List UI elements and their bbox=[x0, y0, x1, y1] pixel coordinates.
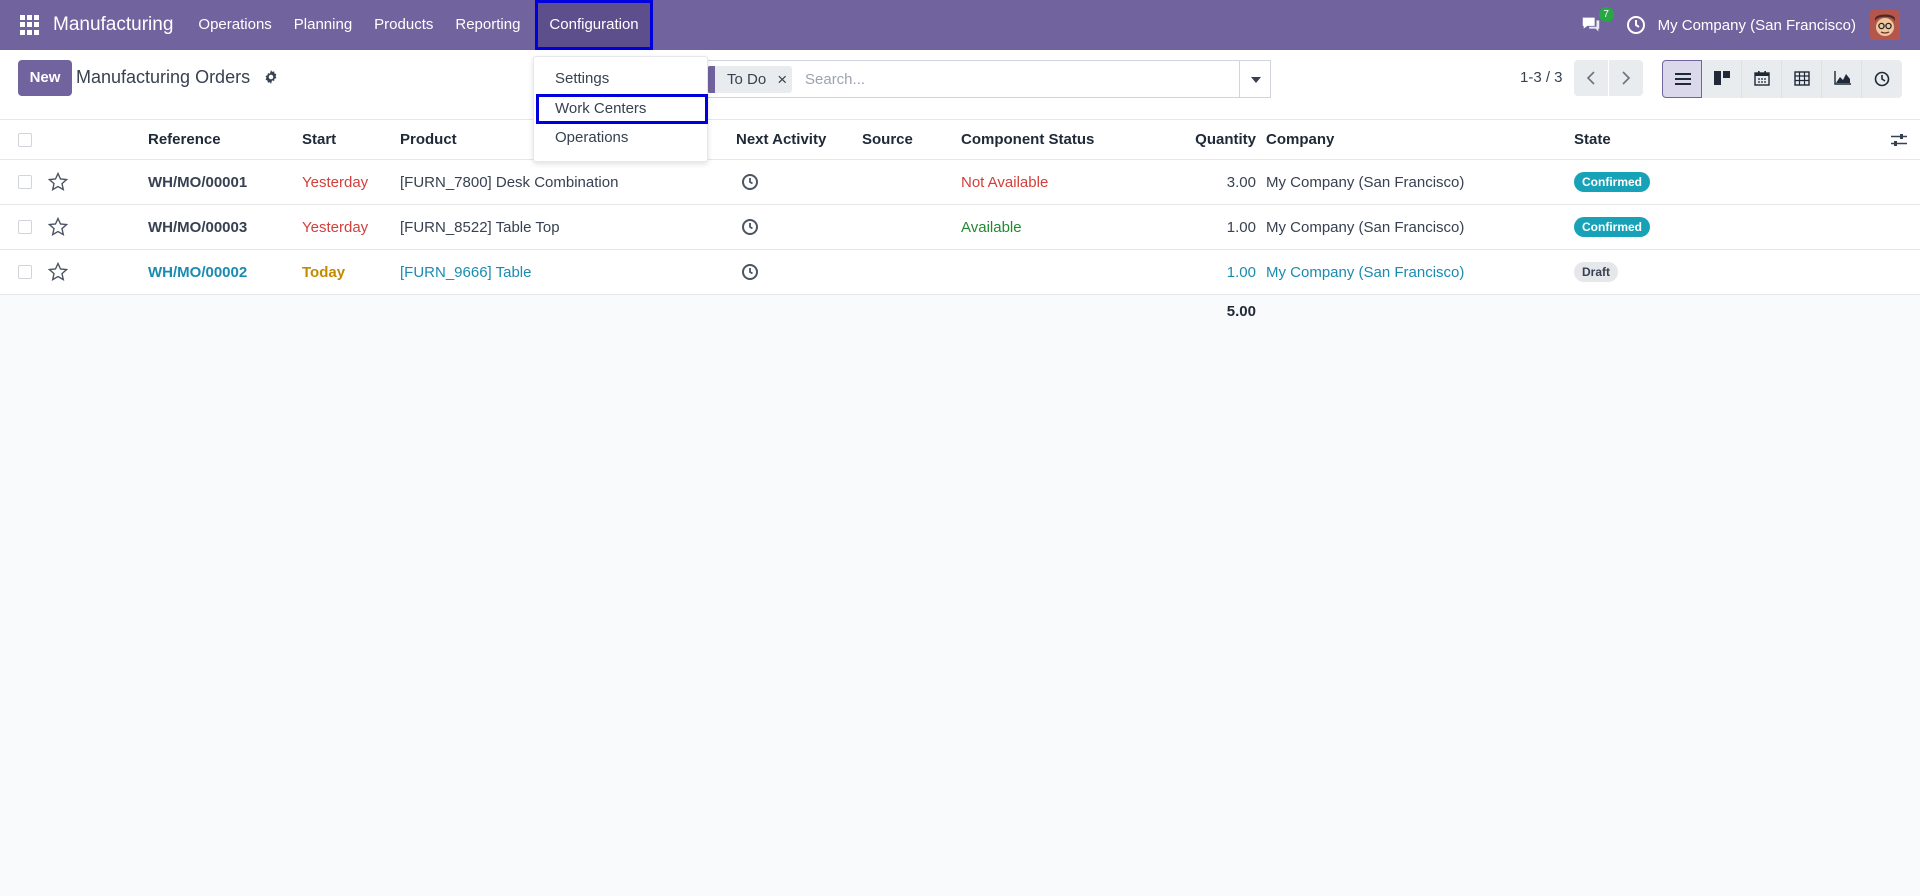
app-brand[interactable]: Manufacturing bbox=[53, 14, 173, 36]
page-title: Manufacturing Orders bbox=[76, 67, 251, 87]
search-bar: To Do × bbox=[700, 60, 1239, 98]
status-badge: Confirmed bbox=[1574, 205, 1650, 249]
list-view-button[interactable] bbox=[1662, 60, 1702, 98]
configuration-dropdown: Settings Work Centers Operations bbox=[533, 56, 708, 162]
activity-clock-icon[interactable] bbox=[741, 160, 759, 204]
column-header-start[interactable]: Start bbox=[302, 120, 336, 159]
pivot-view-button[interactable] bbox=[1782, 60, 1822, 98]
menu-planning[interactable]: Planning bbox=[283, 0, 363, 50]
menu-operations[interactable]: Operations bbox=[187, 0, 282, 50]
facet-remove-icon[interactable]: × bbox=[772, 66, 792, 93]
cell-quantity: 1.00 bbox=[1226, 263, 1256, 281]
pager-value[interactable]: 1-3 / 3 bbox=[1520, 69, 1563, 86]
row-checkbox[interactable] bbox=[18, 175, 32, 189]
cell-company: My Company (San Francisco) bbox=[1266, 173, 1465, 191]
chat-count-badge: 7 bbox=[1598, 7, 1614, 22]
calendar-view-icon bbox=[1754, 71, 1770, 86]
gear-icon[interactable] bbox=[264, 70, 278, 84]
cell-start: Yesterday bbox=[302, 173, 369, 191]
view-switcher bbox=[1662, 60, 1902, 98]
kanban-view-icon bbox=[1714, 71, 1730, 85]
chat-icon[interactable]: 7 bbox=[1580, 7, 1614, 37]
column-header-component-status[interactable]: Component Status bbox=[961, 120, 1094, 159]
column-header-state[interactable]: State bbox=[1574, 120, 1611, 159]
column-settings-icon[interactable] bbox=[1891, 120, 1907, 159]
cell-company: My Company (San Francisco) bbox=[1266, 263, 1465, 281]
star-icon[interactable] bbox=[47, 171, 69, 192]
menu-reporting[interactable]: Reporting bbox=[444, 0, 531, 50]
column-header-product[interactable]: Product bbox=[400, 120, 457, 159]
status-badge-label: Confirmed bbox=[1574, 217, 1650, 237]
menu-products[interactable]: Products bbox=[363, 0, 444, 50]
pager-previous-button[interactable] bbox=[1574, 60, 1608, 96]
row-checkbox[interactable] bbox=[18, 220, 32, 234]
avatar[interactable] bbox=[1870, 10, 1900, 40]
select-all-checkbox[interactable] bbox=[18, 133, 32, 147]
table-row[interactable]: WH/MO/00002 Today [FURN_9666] Table 1.00… bbox=[0, 250, 1920, 295]
cell-component-status: Not Available bbox=[961, 173, 1049, 191]
pivot-view-icon bbox=[1794, 71, 1810, 86]
column-header-company[interactable]: Company bbox=[1266, 120, 1334, 159]
list-view-icon bbox=[1675, 73, 1691, 85]
cell-reference: WH/MO/00001 bbox=[148, 173, 248, 191]
cell-reference: WH/MO/00003 bbox=[148, 218, 248, 236]
top-navbar: Manufacturing Operations Planning Produc… bbox=[0, 0, 1920, 50]
activity-view-button[interactable] bbox=[1862, 60, 1902, 98]
chevron-right-icon bbox=[1622, 71, 1631, 85]
navbar-systray: 7 My Company (San Francisco) bbox=[1580, 0, 1920, 50]
control-panel: New Manufacturing Orders To Do × 1-3 / 3 bbox=[0, 50, 1920, 120]
cell-component-status: Available bbox=[961, 218, 1022, 236]
apps-grid-icon[interactable] bbox=[20, 15, 40, 35]
calendar-view-button[interactable] bbox=[1742, 60, 1782, 98]
column-header-next-activity[interactable]: Next Activity bbox=[736, 120, 826, 159]
clock-icon[interactable] bbox=[1626, 15, 1646, 35]
menu-configuration[interactable]: Configuration bbox=[535, 0, 653, 50]
cell-quantity: 1.00 bbox=[1226, 218, 1256, 236]
star-icon[interactable] bbox=[47, 261, 69, 282]
cell-start: Yesterday bbox=[302, 218, 369, 236]
dropdown-item-operations[interactable]: Operations bbox=[534, 123, 709, 153]
table-header: Reference Start Product Next Activity So… bbox=[0, 120, 1920, 160]
search-input[interactable] bbox=[805, 67, 1225, 92]
facet-label: To Do bbox=[727, 71, 767, 88]
chevron-left-icon bbox=[1586, 71, 1595, 85]
status-badge: Confirmed bbox=[1574, 160, 1650, 204]
cell-company: My Company (San Francisco) bbox=[1266, 218, 1465, 236]
column-header-reference[interactable]: Reference bbox=[148, 120, 221, 159]
status-badge: Draft bbox=[1574, 250, 1619, 294]
status-badge-label: Confirmed bbox=[1574, 172, 1650, 192]
table-row[interactable]: WH/MO/00001 Yesterday [FURN_7800] Desk C… bbox=[0, 160, 1920, 205]
activity-clock-icon[interactable] bbox=[741, 205, 759, 249]
search-options-toggle[interactable] bbox=[1239, 60, 1271, 98]
quantity-total: 5.00 bbox=[1226, 303, 1256, 320]
cell-start: Today bbox=[302, 263, 346, 281]
search-facet: To Do × bbox=[707, 66, 793, 93]
new-button[interactable]: New bbox=[18, 60, 72, 96]
dropdown-item-work-centers[interactable]: Work Centers bbox=[536, 94, 708, 124]
table-row[interactable]: WH/MO/00003 Yesterday [FURN_8522] Table … bbox=[0, 205, 1920, 250]
cell-reference: WH/MO/00002 bbox=[148, 263, 248, 281]
cell-quantity: 3.00 bbox=[1226, 173, 1256, 191]
activity-view-icon bbox=[1874, 71, 1890, 87]
column-header-quantity[interactable]: Quantity bbox=[1150, 120, 1256, 159]
status-badge-label: Draft bbox=[1574, 262, 1619, 282]
graph-view-icon bbox=[1834, 71, 1851, 85]
column-header-source[interactable]: Source bbox=[862, 120, 913, 159]
cell-product: [FURN_7800] Desk Combination bbox=[400, 173, 619, 191]
pager-next-button[interactable] bbox=[1609, 60, 1643, 96]
kanban-view-button[interactable] bbox=[1702, 60, 1742, 98]
star-icon[interactable] bbox=[47, 216, 69, 237]
dropdown-item-settings[interactable]: Settings bbox=[534, 64, 709, 94]
cell-product: [FURN_8522] Table Top bbox=[400, 218, 560, 236]
row-checkbox[interactable] bbox=[18, 265, 32, 279]
company-switcher[interactable]: My Company (San Francisco) bbox=[1658, 17, 1856, 34]
activity-clock-icon[interactable] bbox=[741, 250, 759, 294]
graph-view-button[interactable] bbox=[1822, 60, 1862, 98]
cell-product: [FURN_9666] Table bbox=[400, 263, 532, 281]
